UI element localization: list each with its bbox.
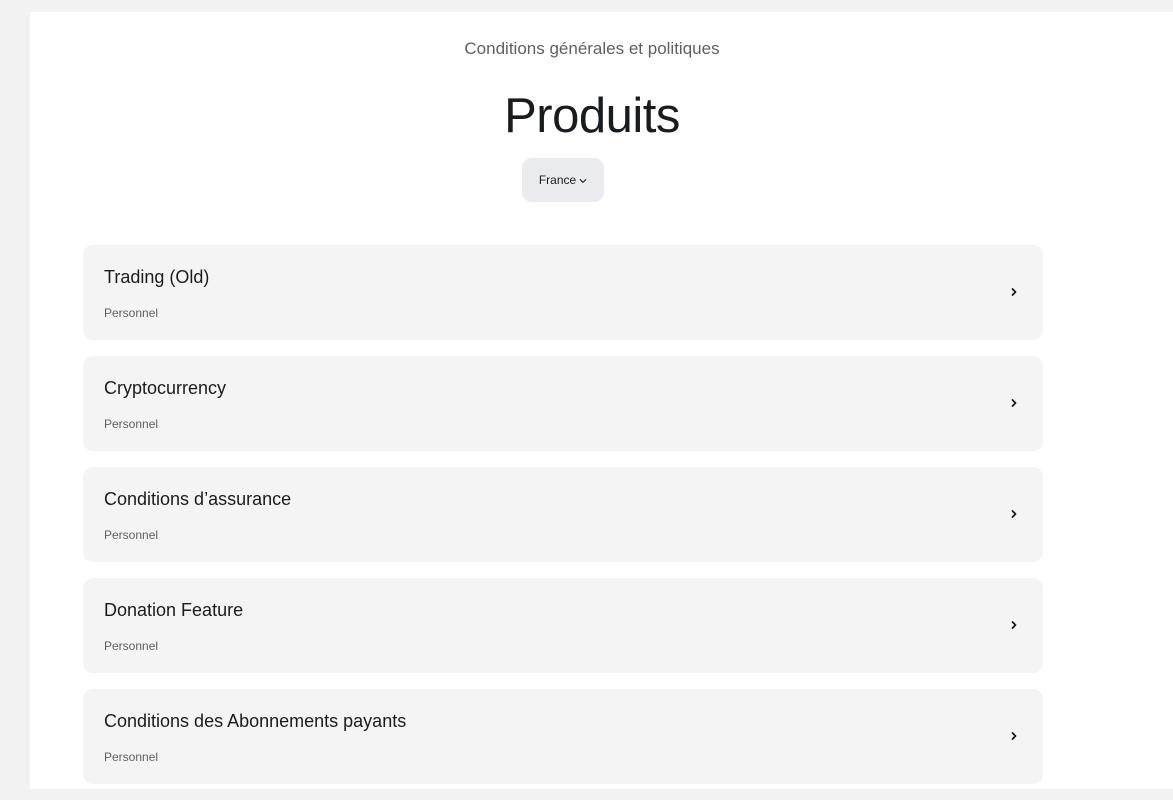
item-subtitle: Personnel [104, 417, 159, 431]
chevron-down-icon [579, 178, 587, 183]
breadcrumb[interactable]: Conditions générales et politiques [30, 38, 1154, 60]
country-select[interactable]: France [522, 158, 604, 202]
country-select-value: France [538, 173, 577, 187]
product-list: Trading (Old) Personnel Cryptocurrency P… [83, 245, 1043, 800]
chevron-right-icon [1011, 732, 1017, 740]
chevron-right-icon [1011, 621, 1017, 629]
item-title: Conditions d’assurance [104, 489, 292, 509]
chevron-right-icon [1011, 510, 1017, 518]
item-title: Conditions des Abonnements payants [104, 711, 407, 731]
list-item[interactable]: Trading (Old) Personnel [83, 245, 1043, 340]
page-title: Produits [504, 89, 680, 143]
chevron-right-icon [1011, 399, 1017, 407]
item-title: Cryptocurrency [104, 378, 227, 398]
item-title: Trading (Old) [104, 267, 210, 287]
item-subtitle: Personnel [104, 750, 159, 764]
item-title: Donation Feature [104, 600, 244, 620]
list-item[interactable]: Cryptocurrency Personnel [83, 356, 1043, 451]
list-item[interactable]: Conditions d’assurance Personnel [83, 467, 1043, 562]
item-subtitle: Personnel [104, 306, 159, 320]
chevron-right-icon [1011, 288, 1017, 296]
list-item[interactable]: Conditions des Abonnements payants Perso… [83, 689, 1043, 784]
list-item[interactable]: Donation Feature Personnel [83, 578, 1043, 673]
item-subtitle: Personnel [104, 528, 159, 542]
content-panel: Conditions générales et politiques Produ… [30, 12, 1173, 789]
item-subtitle: Personnel [104, 639, 159, 653]
